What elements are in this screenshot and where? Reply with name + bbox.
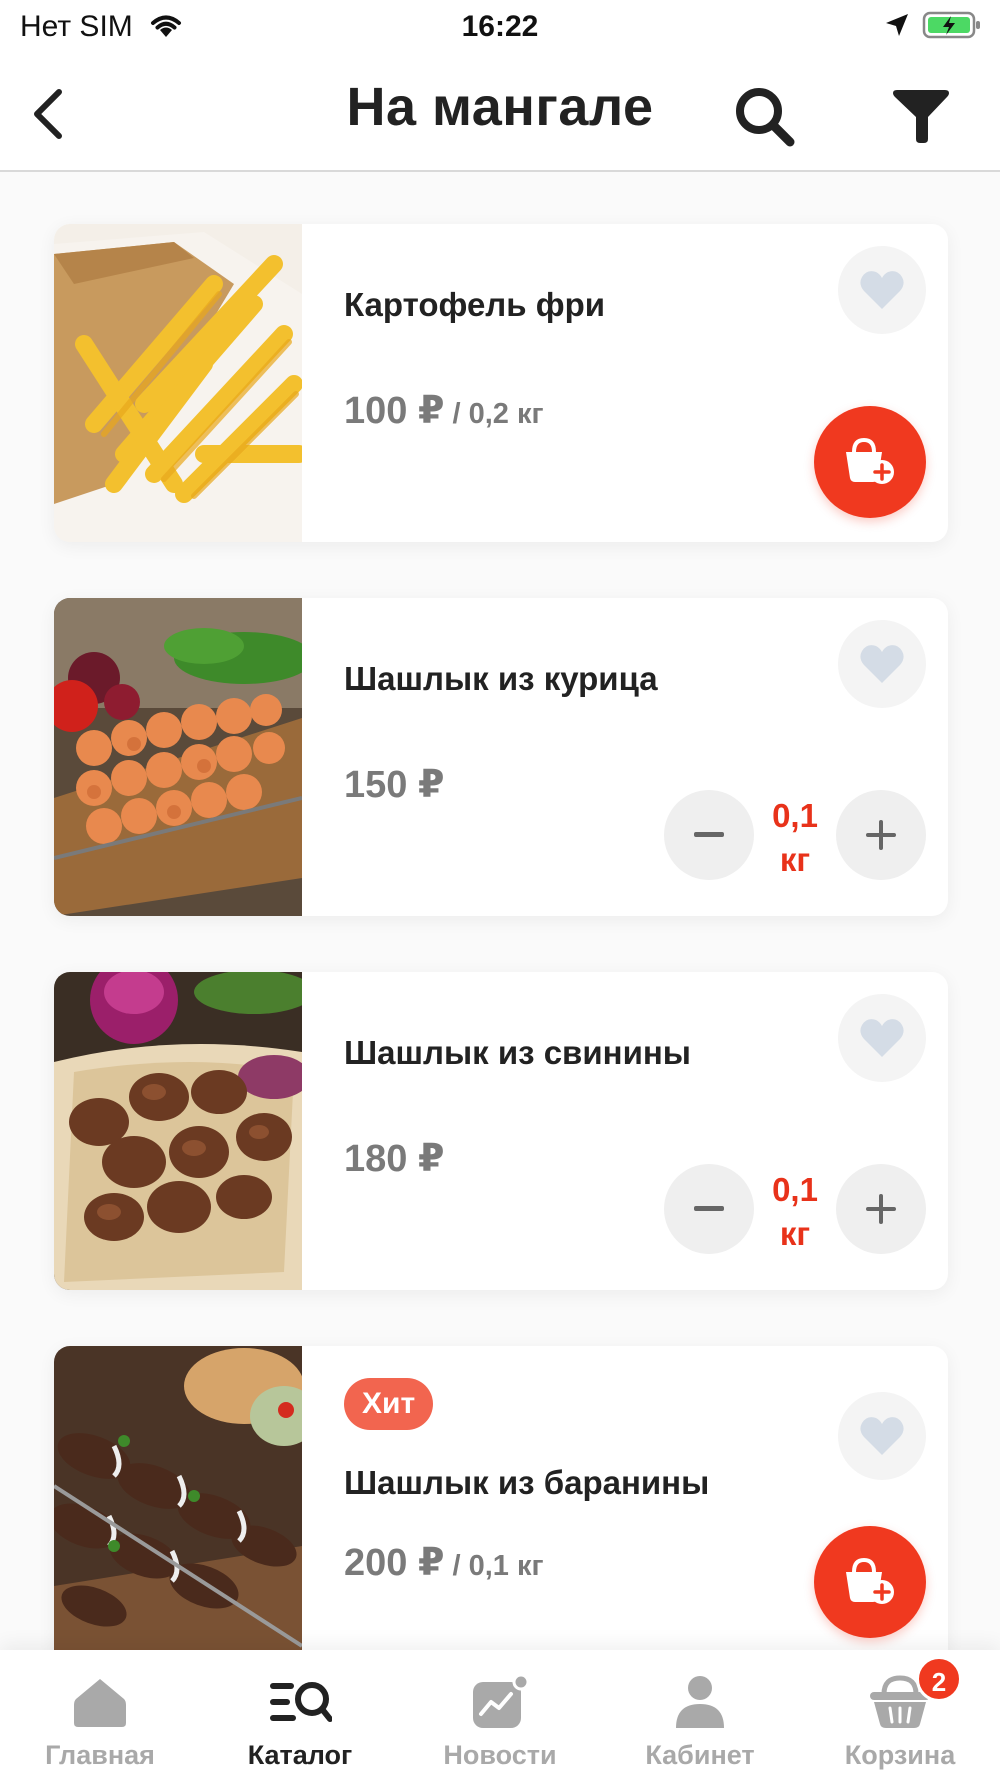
product-card[interactable]: Шашлык из курица 150 ₽ 0,1 кг	[54, 598, 948, 916]
product-name[interactable]: Шашлык из баранины	[344, 1464, 709, 1502]
filter-funnel-icon	[893, 90, 949, 143]
increase-quantity-button[interactable]	[836, 790, 926, 880]
price-value: 100 ₽	[344, 390, 445, 432]
basket-icon	[800, 1670, 1000, 1734]
price-unit: / 0,1 кг	[444, 1550, 544, 1582]
product-price: 150 ₽	[344, 762, 444, 807]
home-icon	[0, 1670, 200, 1734]
heart-icon	[860, 271, 904, 309]
plus-icon	[866, 1194, 896, 1224]
heart-icon	[860, 645, 904, 683]
plus-icon	[866, 820, 896, 850]
heart-icon	[860, 1417, 904, 1455]
location-arrow-icon	[884, 12, 910, 43]
pork-shashlik-photo[interactable]	[54, 972, 302, 1290]
favorite-button[interactable]	[838, 1392, 926, 1480]
product-card[interactable]: Шашлык из свинины 180 ₽ 0,1 кг	[54, 972, 948, 1290]
tab-news[interactable]: Новости	[400, 1650, 600, 1778]
quantity-value: 0,1 кг	[754, 794, 836, 882]
tab-cabinet[interactable]: Кабинет	[600, 1650, 800, 1778]
minus-icon	[694, 832, 724, 837]
quantity-value: 0,1 кг	[754, 1168, 836, 1256]
tab-label: Корзина	[844, 1740, 956, 1770]
news-chart-icon	[400, 1670, 600, 1734]
decrease-quantity-button[interactable]	[664, 1164, 754, 1254]
product-price: 180 ₽	[344, 1136, 444, 1181]
product-price: 100 ₽ / 0,2 кг	[344, 388, 544, 433]
favorite-button[interactable]	[838, 246, 926, 334]
price-unit: / 0,2 кг	[444, 398, 544, 430]
battery-charging-icon	[922, 10, 982, 45]
add-to-cart-button[interactable]	[814, 1526, 926, 1638]
status-time: 16:22	[461, 10, 539, 43]
status-right	[884, 10, 982, 45]
product-name[interactable]: Шашлык из свинины	[344, 1034, 691, 1072]
french-fries-photo[interactable]	[54, 224, 302, 542]
product-card[interactable]: Картофель фри 100 ₽ / 0,2 кг	[54, 224, 948, 542]
price-value: 200 ₽	[344, 1542, 445, 1584]
price-value: 150 ₽	[344, 764, 445, 806]
filter-button[interactable]	[884, 80, 958, 154]
decrease-quantity-button[interactable]	[664, 790, 754, 880]
price-value: 180 ₽	[344, 1138, 445, 1180]
product-price: 200 ₽ / 0,1 кг	[344, 1540, 544, 1585]
cart-count-badge: 2	[916, 1656, 962, 1702]
tab-label: Новости	[443, 1740, 557, 1770]
product-name[interactable]: Картофель фри	[344, 286, 605, 324]
catalog-search-icon	[200, 1670, 400, 1734]
favorite-button[interactable]	[838, 620, 926, 708]
chicken-shashlik-photo[interactable]	[54, 598, 302, 916]
page-title: На мангале	[346, 77, 654, 137]
heart-icon	[860, 1019, 904, 1057]
quantity-unit: кг	[779, 841, 811, 878]
user-icon	[600, 1670, 800, 1734]
tab-bar: Главная Каталог Новости Кабинет 2 Корзин…	[0, 1650, 1000, 1778]
nav-bar: На мангале	[0, 56, 1000, 172]
search-button[interactable]	[728, 80, 802, 154]
tab-label: Кабинет	[645, 1740, 755, 1770]
status-bar: Нет SIM 16:22	[0, 0, 1000, 56]
basket-add-icon	[846, 1557, 894, 1604]
product-card[interactable]: Хит Шашлык из баранины 200 ₽ / 0,1 кг	[54, 1346, 948, 1664]
tab-label: Каталог	[247, 1740, 353, 1770]
product-name[interactable]: Шашлык из курица	[344, 660, 658, 698]
minus-icon	[694, 1206, 724, 1211]
quantity-unit: кг	[779, 1215, 811, 1252]
quantity-number: 0,1	[772, 797, 818, 834]
tab-cart[interactable]: 2 Корзина	[800, 1650, 1000, 1778]
favorite-button[interactable]	[838, 994, 926, 1082]
quantity-number: 0,1	[772, 1171, 818, 1208]
increase-quantity-button[interactable]	[836, 1164, 926, 1254]
search-icon	[736, 88, 795, 147]
tab-catalog[interactable]: Каталог	[200, 1650, 400, 1778]
basket-add-icon	[846, 437, 894, 484]
tab-home[interactable]: Главная	[0, 1650, 200, 1778]
hit-badge: Хит	[344, 1378, 434, 1430]
lamb-shashlik-photo[interactable]	[54, 1346, 302, 1664]
tab-label: Главная	[45, 1740, 155, 1770]
add-to-cart-button[interactable]	[814, 406, 926, 518]
